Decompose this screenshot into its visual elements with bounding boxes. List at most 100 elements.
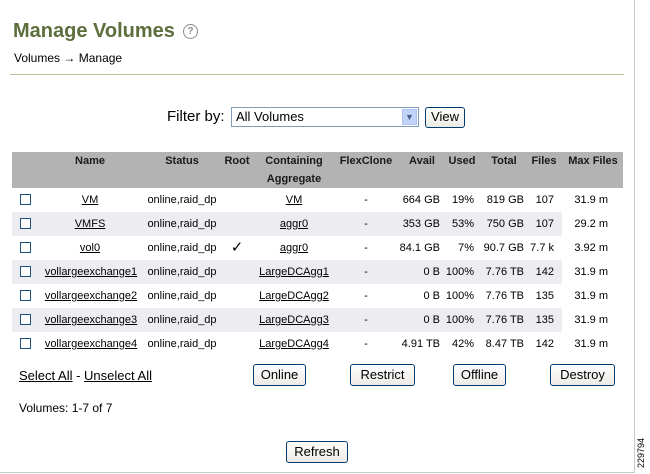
max-files-cell: 31.9 m bbox=[574, 194, 608, 206]
filter-label: Filter by: bbox=[167, 108, 225, 125]
used-cell: 100% bbox=[445, 314, 474, 326]
volume-count: Volumes: 1-7 of 7 bbox=[19, 401, 113, 415]
row-checkbox[interactable] bbox=[20, 242, 31, 253]
online-button[interactable]: Online bbox=[253, 364, 306, 386]
volume-name-link[interactable]: VMFS bbox=[45, 212, 135, 236]
max-files-cell: 31.9 m bbox=[574, 338, 608, 350]
files-cell: 142 bbox=[535, 266, 554, 278]
aggregate-link[interactable]: LargeDCAgg4 bbox=[250, 332, 338, 356]
avail-cell: 84.1 GB bbox=[399, 242, 440, 254]
row-checkbox[interactable] bbox=[20, 290, 31, 301]
table-row: vol0 online,raid_dp ✓ aggr0 - 84.1 GB 7%… bbox=[12, 236, 608, 260]
total-cell: 7.76 TB bbox=[485, 290, 524, 302]
unselect-all-link[interactable]: Unselect All bbox=[84, 368, 152, 383]
chevron-down-icon[interactable]: ▼ bbox=[402, 109, 417, 125]
used-cell: 100% bbox=[445, 266, 474, 278]
table-header: Name Status Root Containing Aggregate Fl… bbox=[12, 152, 623, 188]
files-cell: 135 bbox=[535, 314, 554, 326]
volume-name-link[interactable]: vollargeexchange2 bbox=[37, 284, 145, 308]
max-files-cell: 31.9 m bbox=[574, 314, 608, 326]
volume-name-link[interactable]: vol0 bbox=[45, 236, 135, 260]
page-title: Manage Volumes? bbox=[13, 20, 198, 43]
header-containing[interactable]: Containing bbox=[257, 152, 331, 170]
table-row: VMFS online,raid_dp aggr0 - 353 GB 53% 7… bbox=[12, 212, 608, 236]
avail-cell: 4.91 TB bbox=[401, 338, 440, 350]
aggregate-link[interactable]: LargeDCAgg2 bbox=[250, 284, 338, 308]
filter-select[interactable]: All Volumes ▼ bbox=[231, 107, 419, 127]
header-status[interactable]: Status bbox=[152, 152, 212, 170]
header-root[interactable]: Root bbox=[219, 152, 255, 170]
selection-links: Select All - Unselect All bbox=[19, 368, 152, 383]
breadcrumb-current: Manage bbox=[78, 51, 123, 65]
status-cell: online,raid_dp bbox=[147, 218, 217, 230]
header-name[interactable]: Name bbox=[45, 152, 135, 170]
select-all-link[interactable]: Select All bbox=[19, 368, 72, 383]
flexclone-cell: - bbox=[364, 218, 368, 230]
refresh-button[interactable]: Refresh bbox=[286, 441, 348, 463]
used-cell: 53% bbox=[451, 218, 474, 230]
destroy-button[interactable]: Destroy bbox=[550, 364, 615, 386]
row-checkbox[interactable] bbox=[20, 266, 31, 277]
breadcrumb-arrow-icon: → bbox=[63, 51, 76, 65]
aggregate-link[interactable]: LargeDCAgg1 bbox=[250, 260, 338, 284]
status-cell: online,raid_dp bbox=[147, 242, 217, 254]
table-row: VM online,raid_dp VM - 664 GB 19% 819 GB… bbox=[12, 188, 608, 212]
offline-button[interactable]: Offline bbox=[453, 364, 506, 386]
avail-cell: 353 GB bbox=[402, 218, 440, 230]
table-row: vollargeexchange3 online,raid_dp LargeDC… bbox=[12, 308, 608, 332]
selection-separator: - bbox=[72, 368, 85, 383]
header-total[interactable]: Total bbox=[484, 152, 524, 170]
files-cell: 7.7 k bbox=[530, 242, 554, 254]
used-cell: 42% bbox=[451, 338, 474, 350]
avail-cell: 0 B bbox=[423, 266, 440, 278]
header-flexclone[interactable]: FlexClone bbox=[335, 152, 397, 170]
flexclone-cell: - bbox=[364, 266, 368, 278]
used-cell: 19% bbox=[451, 194, 474, 206]
avail-cell: 664 GB bbox=[402, 194, 440, 206]
breadcrumb: Volumes → Manage bbox=[14, 51, 122, 65]
volume-name-link[interactable]: vollargeexchange1 bbox=[37, 260, 145, 284]
aggregate-link[interactable]: aggr0 bbox=[250, 236, 338, 260]
flexclone-cell: - bbox=[364, 194, 368, 206]
table-row: vollargeexchange1 online,raid_dp LargeDC… bbox=[12, 260, 608, 284]
total-cell: 750 GB bbox=[486, 218, 524, 230]
used-cell: 100% bbox=[445, 290, 474, 302]
aggregate-link[interactable]: VM bbox=[250, 188, 338, 212]
header-aggregate[interactable]: Aggregate bbox=[257, 170, 331, 188]
breadcrumb-parent: Volumes bbox=[14, 51, 61, 65]
status-cell: online,raid_dp bbox=[147, 314, 217, 326]
total-cell: 819 GB bbox=[486, 194, 524, 206]
volume-name-link[interactable]: vollargeexchange3 bbox=[37, 308, 145, 332]
page-title-text: Manage Volumes bbox=[13, 20, 175, 42]
files-cell: 142 bbox=[535, 338, 554, 350]
restrict-button[interactable]: Restrict bbox=[350, 364, 415, 386]
header-max-files[interactable]: Max Files bbox=[563, 152, 623, 170]
flexclone-cell: - bbox=[364, 290, 368, 302]
max-files-cell: 3.92 m bbox=[574, 242, 608, 254]
status-cell: online,raid_dp bbox=[147, 266, 217, 278]
aggregate-link[interactable]: aggr0 bbox=[250, 212, 338, 236]
row-checkbox[interactable] bbox=[20, 218, 31, 229]
table-row: vollargeexchange4 online,raid_dp LargeDC… bbox=[12, 332, 608, 356]
row-checkbox[interactable] bbox=[20, 194, 31, 205]
header-avail[interactable]: Avail bbox=[400, 152, 444, 170]
files-cell: 135 bbox=[535, 290, 554, 302]
flexclone-cell: - bbox=[364, 242, 368, 254]
header-used[interactable]: Used bbox=[444, 152, 480, 170]
avail-cell: 0 B bbox=[423, 290, 440, 302]
view-button[interactable]: View bbox=[425, 107, 465, 128]
volume-name-link[interactable]: VM bbox=[45, 188, 135, 212]
row-checkbox[interactable] bbox=[20, 338, 31, 349]
help-icon[interactable]: ? bbox=[182, 24, 198, 39]
row-checkbox[interactable] bbox=[20, 314, 31, 325]
status-cell: online,raid_dp bbox=[147, 290, 217, 302]
title-divider bbox=[10, 74, 624, 75]
header-files[interactable]: Files bbox=[526, 152, 562, 170]
files-cell: 107 bbox=[535, 218, 554, 230]
used-cell: 7% bbox=[458, 242, 474, 254]
aggregate-link[interactable]: LargeDCAgg3 bbox=[250, 308, 338, 332]
figure-id: 229794 bbox=[636, 437, 646, 469]
volume-name-link[interactable]: vollargeexchange4 bbox=[37, 332, 145, 356]
total-cell: 7.76 TB bbox=[485, 314, 524, 326]
total-cell: 8.47 TB bbox=[485, 338, 524, 350]
